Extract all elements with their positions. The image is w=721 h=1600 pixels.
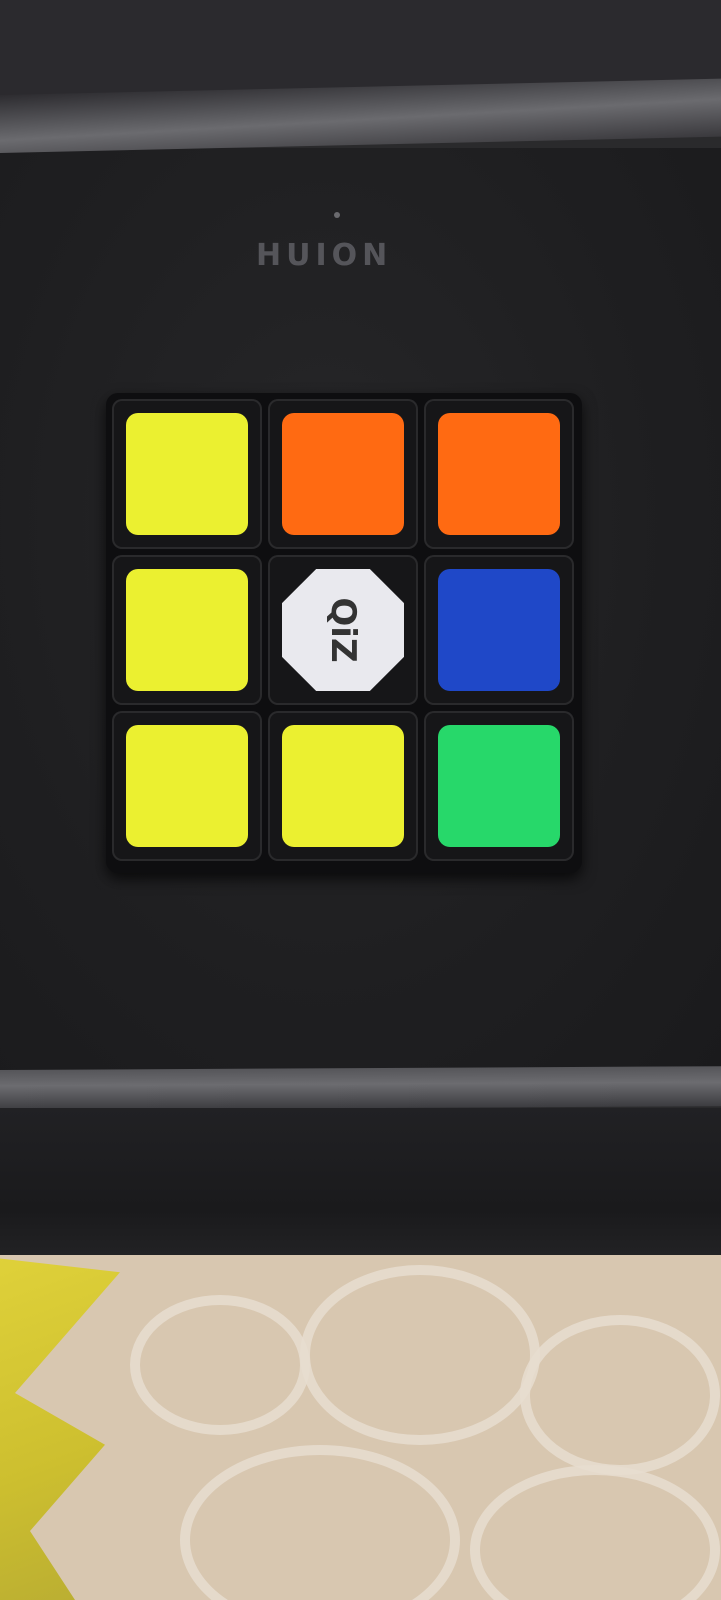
cloth-pattern xyxy=(520,1315,720,1475)
tablet-bottom-body xyxy=(0,1108,721,1278)
sticker-blue xyxy=(438,569,560,691)
cloth-pattern xyxy=(300,1265,540,1445)
sticker-yellow xyxy=(126,569,248,691)
rubiks-cube: QiZ xyxy=(106,393,582,873)
sticker-yellow xyxy=(126,413,248,535)
sticker-yellow xyxy=(126,725,248,847)
brand-logo-text: HUION xyxy=(256,238,393,273)
tablet-bottom-edge xyxy=(0,1066,721,1110)
sticker-orange xyxy=(282,413,404,535)
center-logo-text: QiZ xyxy=(323,597,363,663)
sticker-yellow xyxy=(282,725,404,847)
cloth-pattern xyxy=(470,1465,720,1600)
indicator-light xyxy=(334,212,340,218)
photo-scene: HUION QiZ xyxy=(0,0,721,1600)
sticker-orange xyxy=(438,413,560,535)
cloth-pattern xyxy=(180,1445,460,1600)
sticker-green xyxy=(438,725,560,847)
cloth-pattern xyxy=(130,1295,310,1435)
tablecloth xyxy=(0,1255,721,1600)
